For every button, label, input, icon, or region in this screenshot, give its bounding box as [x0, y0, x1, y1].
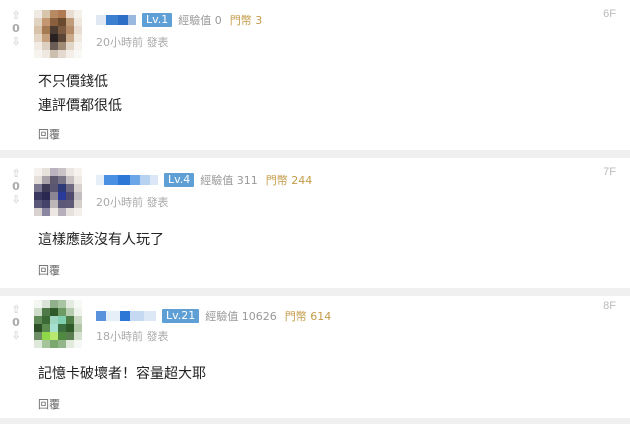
vote-count: 0	[12, 180, 20, 193]
arrow-up-icon[interactable]: ⇧	[8, 10, 24, 22]
exp-info: 經驗值 10626	[205, 308, 277, 324]
exp-info: 經驗值 311	[200, 172, 258, 188]
reply-button[interactable]: 回覆	[38, 396, 60, 412]
exp-label: 經驗值	[200, 174, 234, 187]
gold-label: 門幣	[284, 310, 307, 323]
exp-label: 經驗值	[178, 14, 212, 27]
gold-value: 244	[291, 174, 313, 187]
gold-info: 門幣 244	[266, 172, 313, 188]
username[interactable]	[96, 15, 136, 25]
reply-button[interactable]: 回覆	[38, 262, 60, 278]
comment-separator	[0, 418, 630, 424]
floor-number[interactable]: 7F	[603, 166, 616, 178]
reply-button[interactable]: 回覆	[38, 126, 60, 142]
comment-line: 不只價錢低	[38, 74, 108, 90]
post-time: 18小時前 發表	[96, 330, 169, 343]
arrow-up-icon[interactable]: ⇧	[8, 168, 24, 180]
gold-value: 614	[310, 310, 332, 323]
comment-meta: Lv.4 經驗值 311 門幣 244	[96, 172, 312, 188]
comment-line: 連評價都很低	[38, 98, 122, 114]
comment-text: 記憶卡破壞者！容量超大耶	[38, 362, 206, 386]
gold-label: 門幣	[229, 14, 252, 27]
arrow-down-icon[interactable]: ⇩	[8, 330, 24, 342]
floor-number[interactable]: 8F	[603, 300, 616, 312]
vote-count: 0	[12, 22, 20, 35]
comment-line: 記憶卡破壞者！容量超大耶	[38, 366, 206, 382]
exp-label: 經驗值	[205, 310, 239, 323]
floor-number[interactable]: 6F	[603, 8, 616, 20]
arrow-up-icon[interactable]: ⇧	[8, 304, 24, 316]
comment-7f: ⇧ 0 ⇩ Lv.4 經驗值 311 門幣 244 20小時前 發表 7F 這樣…	[0, 158, 630, 288]
gold-info: 門幣 3	[230, 12, 263, 28]
level-badge: Lv.1	[142, 13, 173, 27]
gold-info: 門幣 614	[285, 308, 332, 324]
avatar[interactable]	[34, 10, 82, 58]
gold-label: 門幣	[265, 174, 288, 187]
level-badge: Lv.4	[164, 173, 195, 187]
vote-widget: ⇧ 0 ⇩	[8, 10, 24, 48]
username[interactable]	[96, 175, 158, 185]
arrow-down-icon[interactable]: ⇩	[8, 36, 24, 48]
vote-widget: ⇧ 0 ⇩	[8, 304, 24, 342]
comment-line: 這樣應該沒有人玩了	[38, 232, 164, 248]
exp-value: 0	[214, 14, 222, 27]
post-time: 20小時前 發表	[96, 36, 169, 49]
comment-8f: ⇧ 0 ⇩ Lv.21 經驗值 10626 門幣 614 18小時前 發表 8F…	[0, 296, 630, 424]
avatar[interactable]	[34, 168, 82, 216]
exp-info: 經驗值 0	[178, 12, 222, 28]
gold-value: 3	[255, 14, 263, 27]
comment-text: 不只價錢低 連評價都很低	[38, 70, 122, 118]
avatar[interactable]	[34, 300, 82, 348]
vote-count: 0	[12, 316, 20, 329]
username[interactable]	[96, 311, 156, 321]
comment-6f: ⇧ 0 ⇩ Lv.1 經驗值 0 門幣 3 20小時前 發表 6F 不只價錢低 …	[0, 0, 630, 150]
comment-separator	[0, 288, 630, 296]
comment-meta: Lv.1 經驗值 0 門幣 3	[96, 12, 262, 28]
comment-meta: Lv.21 經驗值 10626 門幣 614	[96, 308, 331, 324]
post-time: 20小時前 發表	[96, 196, 169, 209]
comment-separator	[0, 150, 630, 158]
exp-value: 10626	[241, 310, 277, 323]
vote-widget: ⇧ 0 ⇩	[8, 168, 24, 206]
level-badge: Lv.21	[162, 309, 200, 323]
arrow-down-icon[interactable]: ⇩	[8, 194, 24, 206]
comment-text: 這樣應該沒有人玩了	[38, 228, 164, 252]
exp-value: 311	[236, 174, 258, 187]
